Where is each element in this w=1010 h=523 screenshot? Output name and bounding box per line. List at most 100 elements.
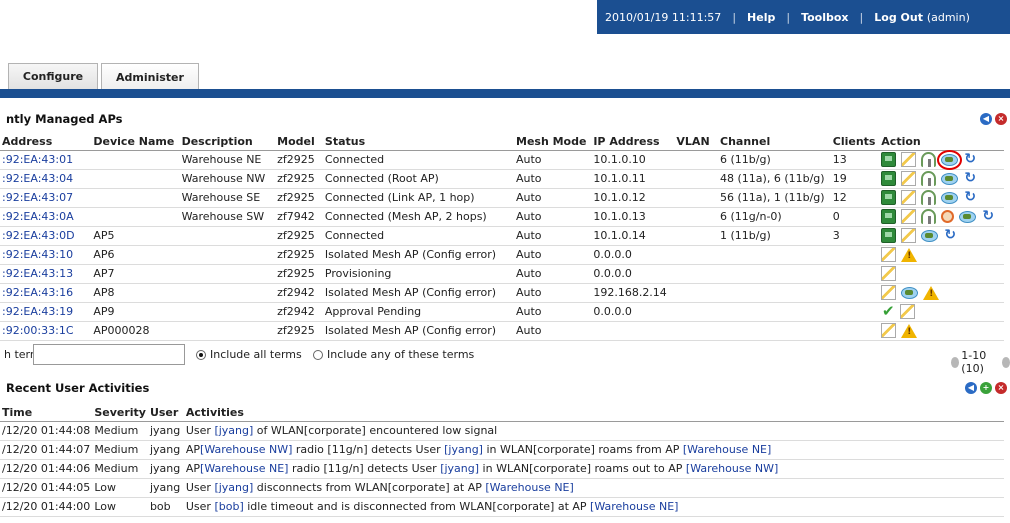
restart-icon[interactable]: ↻ xyxy=(943,228,957,243)
logout-link[interactable]: Log Out (admin) xyxy=(874,11,970,24)
activity-link[interactable]: [Warehouse NE] xyxy=(683,443,771,456)
column-header[interactable]: Activities xyxy=(183,404,1004,422)
column-header[interactable]: IP Address xyxy=(591,133,675,151)
restart-icon[interactable]: ↻ xyxy=(963,152,977,167)
edit-icon[interactable] xyxy=(900,304,916,319)
cell-mac[interactable]: :92:EA:43:19 xyxy=(0,302,92,322)
column-header[interactable]: Clients xyxy=(830,133,880,151)
cell-desc xyxy=(179,283,276,303)
restart-icon[interactable]: ↻ xyxy=(963,171,977,186)
edit-icon[interactable] xyxy=(881,285,897,300)
include-any-radio[interactable] xyxy=(313,349,323,360)
activity-link[interactable]: [Warehouse NW] xyxy=(686,462,778,475)
edit-icon[interactable] xyxy=(901,171,917,186)
cell-vlan xyxy=(674,321,719,341)
cell-time: /12/20 01:44:06 xyxy=(0,459,93,479)
activity-link[interactable]: [Warehouse NE] xyxy=(590,500,678,513)
column-header[interactable]: Mesh Mode xyxy=(514,133,592,151)
close-panel-icon[interactable]: × xyxy=(995,382,1007,394)
speedflex-icon[interactable] xyxy=(921,229,939,242)
logout-label[interactable]: Log Out xyxy=(874,11,923,24)
help-link[interactable]: Help xyxy=(747,11,775,24)
close-panel-icon[interactable]: × xyxy=(995,113,1007,125)
column-header[interactable]: Action xyxy=(879,133,1004,151)
restart-icon[interactable]: ↻ xyxy=(981,209,995,224)
cell-mac[interactable]: :92:EA:43:16 xyxy=(0,283,92,303)
cell-mac[interactable]: :92:EA:43:04 xyxy=(0,169,92,189)
toolbox-link[interactable]: Toolbox xyxy=(801,11,848,24)
search-input[interactable] xyxy=(33,344,185,365)
cell-mesh: Auto xyxy=(514,245,592,265)
column-header[interactable]: Description xyxy=(179,133,276,151)
action-icons xyxy=(881,322,1002,340)
column-header[interactable]: User xyxy=(147,404,184,422)
tab-administer[interactable]: Administer xyxy=(101,63,199,90)
activity-link[interactable]: [jyang] xyxy=(214,424,253,437)
speedflex-icon[interactable] xyxy=(901,286,919,299)
cell-mesh: Auto xyxy=(514,283,592,303)
refresh-panel-icon[interactable]: ◀ xyxy=(965,382,977,394)
tab-configure[interactable]: Configure xyxy=(8,63,98,89)
cell-channel: 56 (11a), 1 (11b/g) xyxy=(718,188,831,208)
activity-link[interactable]: [jyang] xyxy=(444,443,483,456)
next-page-icon[interactable] xyxy=(1001,356,1010,368)
column-header[interactable]: Status xyxy=(322,133,514,151)
cell-mac[interactable]: :92:EA:43:07 xyxy=(0,188,92,208)
column-header[interactable]: VLAN xyxy=(674,133,719,151)
action-icons: ✔ xyxy=(881,303,1002,321)
ap-panel-title: ntly Managed APs xyxy=(6,112,123,126)
speedflex-icon[interactable] xyxy=(959,210,977,223)
cell-mac[interactable]: :92:EA:43:13 xyxy=(0,264,92,284)
cell-mac[interactable]: :92:EA:43:10 xyxy=(0,245,92,265)
cell-ip: 10.1.0.13 xyxy=(591,207,675,227)
cell-mac[interactable]: :92:EA:43:0A xyxy=(0,207,92,227)
speedflex-icon[interactable] xyxy=(941,191,959,204)
cell-mac[interactable]: :92:EA:43:0D xyxy=(0,226,92,246)
edit-icon[interactable] xyxy=(901,190,917,205)
monitor-icon[interactable] xyxy=(881,171,897,186)
monitor-icon[interactable] xyxy=(881,190,897,205)
monitor-icon[interactable] xyxy=(881,209,897,224)
activity-link[interactable]: [Warehouse NE] xyxy=(200,462,288,475)
cell-mac[interactable]: :92:EA:43:01 xyxy=(0,150,92,170)
edit-icon[interactable] xyxy=(881,266,897,281)
cell-actions xyxy=(879,245,1004,265)
column-header[interactable]: Address xyxy=(0,133,92,151)
antenna-icon[interactable] xyxy=(921,209,937,224)
monitor-icon[interactable] xyxy=(881,152,897,167)
warning-icon[interactable] xyxy=(923,285,940,300)
cell-user: jyang xyxy=(147,421,184,441)
activity-link[interactable]: [bob] xyxy=(214,500,243,513)
column-header[interactable]: Severity xyxy=(92,404,148,422)
include-all-radio[interactable] xyxy=(196,349,206,360)
refresh-panel-icon[interactable]: ◀ xyxy=(980,113,992,125)
approve-icon[interactable]: ✔ xyxy=(881,304,895,319)
monitor-icon[interactable] xyxy=(881,228,897,243)
activity-link[interactable]: [Warehouse NW] xyxy=(200,443,292,456)
column-header[interactable]: Device Name xyxy=(91,133,180,151)
edit-icon[interactable] xyxy=(901,209,917,224)
edit-icon[interactable] xyxy=(881,323,897,338)
speedflex-icon[interactable] xyxy=(941,172,959,185)
column-header[interactable]: Time xyxy=(0,404,93,422)
antenna-icon[interactable] xyxy=(921,171,937,186)
restart-icon[interactable]: ↻ xyxy=(963,190,977,205)
edit-icon[interactable] xyxy=(901,228,917,243)
edit-icon[interactable] xyxy=(881,247,897,262)
speedflex-icon[interactable] xyxy=(937,149,963,170)
activity-link[interactable]: [jyang] xyxy=(440,462,479,475)
filter-panel-icon[interactable]: + xyxy=(980,382,992,394)
prev-page-icon[interactable] xyxy=(951,356,960,368)
antenna-icon[interactable] xyxy=(921,152,937,167)
edit-icon[interactable] xyxy=(901,152,917,167)
cell-mac[interactable]: :92:00:33:1C xyxy=(0,321,92,341)
warning-icon[interactable] xyxy=(901,247,918,262)
antenna-icon[interactable] xyxy=(921,190,937,205)
cell-vlan xyxy=(674,245,719,265)
warning-icon[interactable] xyxy=(901,323,918,338)
activity-link[interactable]: [jyang] xyxy=(214,481,253,494)
column-header[interactable]: Channel xyxy=(718,133,831,151)
activity-link[interactable]: [Warehouse NE] xyxy=(485,481,573,494)
column-header[interactable]: Model xyxy=(275,133,323,151)
block-icon[interactable] xyxy=(941,210,955,223)
